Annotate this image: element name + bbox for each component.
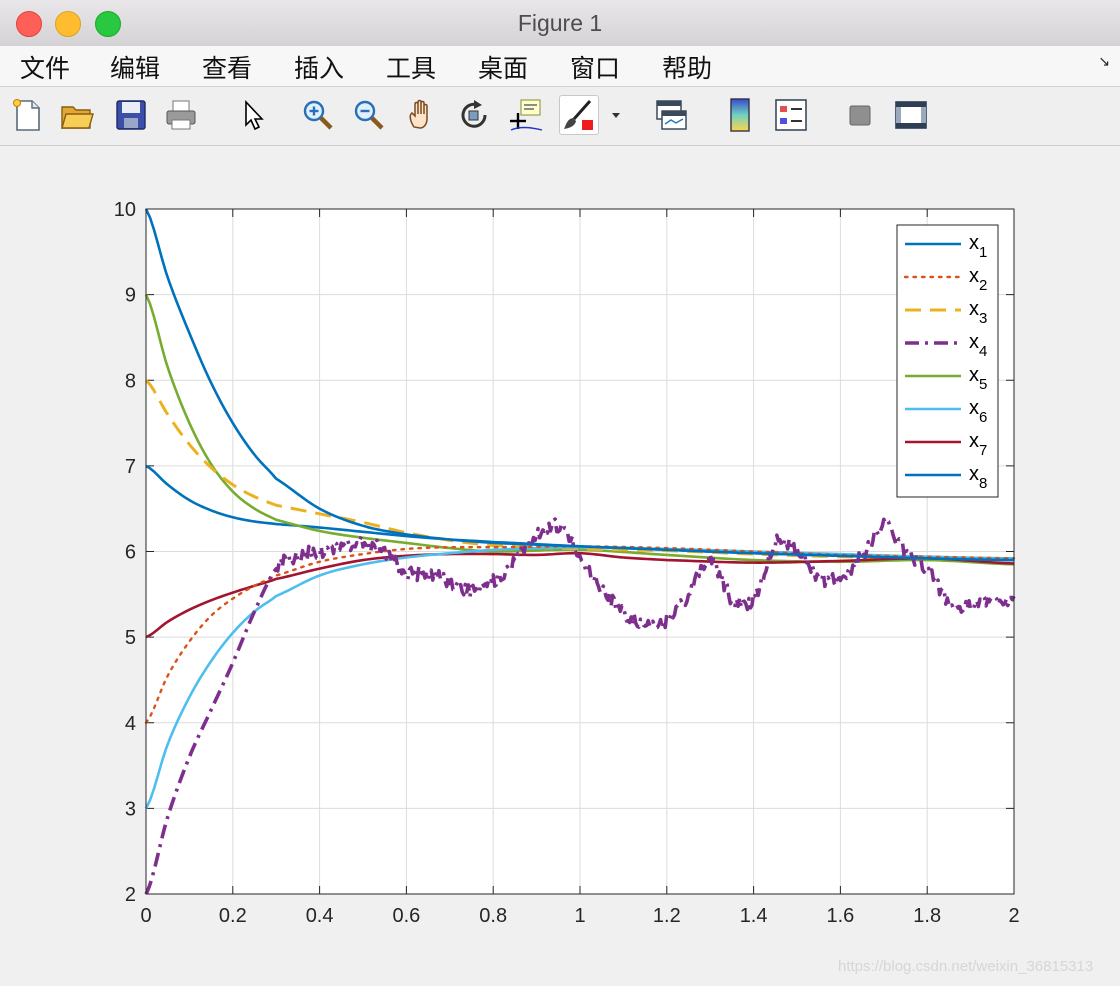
y-tick-label: 2 xyxy=(125,884,136,906)
window-title: Figure 1 xyxy=(517,10,603,36)
pan-hand-icon[interactable] xyxy=(404,97,440,133)
pointer-icon[interactable] xyxy=(236,97,272,133)
link-plot-icon[interactable] xyxy=(653,97,689,133)
menu-file[interactable]: 文件 xyxy=(20,49,70,85)
undock-icon[interactable]: ↘ xyxy=(1098,54,1110,70)
x-tick-label: 0 xyxy=(140,905,151,927)
y-tick-label: 9 xyxy=(125,285,136,307)
dropdown-arrow-icon[interactable] xyxy=(610,111,622,121)
brush-icon xyxy=(564,100,593,130)
legend[interactable]: x1x2x3x4x5x6x7x8 xyxy=(896,224,999,498)
x-tick-label: 1.4 xyxy=(740,905,768,927)
x-tick-label: 1.2 xyxy=(653,905,681,927)
menu-tools[interactable]: 工具 xyxy=(386,49,436,85)
menu-window[interactable]: 窗口 xyxy=(570,49,620,85)
new-figure-icon[interactable] xyxy=(9,97,45,133)
axes: 0 0.2 0.4 0.6 0.8 1 1.2 1.4 1.6 1.8 2 2 3 4 5 6 7 8 9 10 xyxy=(114,199,1020,927)
print-icon[interactable] xyxy=(163,97,199,133)
menu-edit[interactable]: 编辑 xyxy=(110,49,160,85)
y-tick-label: 5 xyxy=(125,627,136,649)
zoom-out-icon[interactable] xyxy=(351,97,387,133)
title-bar: Figure 1 xyxy=(0,0,1120,47)
watermark: https://blog.csdn.net/weixin_36815313 xyxy=(838,958,1094,975)
x-tick-label: 1.8 xyxy=(913,905,941,927)
y-tick-label: 6 xyxy=(125,542,136,564)
y-tick-label: 10 xyxy=(114,199,136,221)
x-tick-label: 0.2 xyxy=(219,905,247,927)
save-icon[interactable] xyxy=(113,97,149,133)
menu-desktop[interactable]: 桌面 xyxy=(478,49,528,85)
menu-view[interactable]: 查看 xyxy=(202,49,252,85)
x-tick-label: 0.4 xyxy=(306,905,334,927)
hide-plot-tools-icon[interactable] xyxy=(842,97,878,133)
zoom-in-icon[interactable] xyxy=(300,97,336,133)
show-plot-tools-icon[interactable] xyxy=(893,97,929,133)
x-tick-label: 1.6 xyxy=(826,905,854,927)
menu-insert[interactable]: 插入 xyxy=(294,49,344,85)
open-file-icon[interactable] xyxy=(59,97,95,133)
y-tick-label: 7 xyxy=(125,456,136,478)
data-cursor-icon[interactable] xyxy=(508,97,544,133)
x-tick-label: 1 xyxy=(574,905,585,927)
brush-button[interactable] xyxy=(559,95,599,135)
menu-help[interactable]: 帮助 xyxy=(662,49,712,85)
y-tick-label: 4 xyxy=(125,713,136,735)
y-tick-label: 8 xyxy=(125,370,136,392)
y-tick-label: 3 xyxy=(125,798,136,820)
x-tick-label: 2 xyxy=(1008,905,1019,927)
legend-icon[interactable] xyxy=(773,97,809,133)
x-tick-label: 0.8 xyxy=(479,905,507,927)
colorbar-icon[interactable] xyxy=(722,97,758,133)
toolbar xyxy=(0,87,1120,146)
figure-canvas: 0 0.2 0.4 0.6 0.8 1 1.2 1.4 1.6 1.8 2 2 3 4 5 6 7 8 9 10 x1… xyxy=(114,199,1020,927)
rotate-3d-icon[interactable] xyxy=(456,97,492,133)
menu-bar: 文件 编辑 查看 插入 工具 桌面 窗口 帮助 ↘ xyxy=(0,46,1120,87)
x-tick-label: 0.6 xyxy=(392,905,420,927)
